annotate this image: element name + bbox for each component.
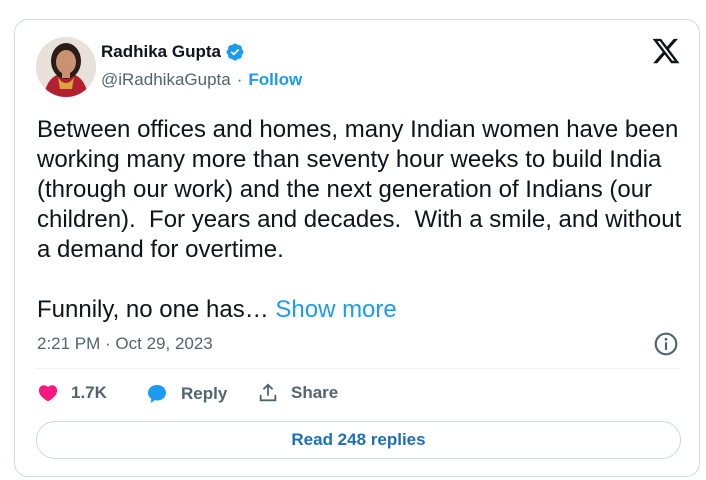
display-name[interactable]: Radhika Gupta xyxy=(101,42,221,62)
read-replies-label: Read 248 replies xyxy=(291,430,426,449)
share-upload-icon xyxy=(259,383,277,402)
like-count: 1.7K xyxy=(71,383,107,402)
show-more-link[interactable]: Show more xyxy=(275,296,396,323)
divider xyxy=(36,368,680,369)
verified-badge-icon xyxy=(225,42,245,62)
share-button[interactable]: Share xyxy=(257,382,338,404)
author-handle-row: @iRadhikaGupta · Follow xyxy=(101,70,302,90)
author-name-row[interactable]: Radhika Gupta xyxy=(101,42,245,62)
like-button[interactable]: 1.7K xyxy=(37,382,107,404)
tweet-card[interactable]: Radhika Gupta @iRadhikaGupta · Follow Be… xyxy=(14,19,700,477)
reply-bubble-icon xyxy=(148,385,166,403)
info-icon[interactable] xyxy=(653,331,679,357)
avatar[interactable] xyxy=(36,37,96,97)
heart-icon xyxy=(38,385,58,402)
tweet-text: Between offices and homes, many Indian w… xyxy=(37,115,687,325)
x-logo-icon[interactable] xyxy=(651,36,681,66)
read-replies-button[interactable]: Read 248 replies xyxy=(36,421,681,459)
share-label: Share xyxy=(291,383,339,402)
timestamp[interactable]: 2:21 PM · Oct 29, 2023 xyxy=(37,334,213,354)
handle[interactable]: @iRadhikaGupta xyxy=(101,70,231,90)
reply-button[interactable]: Reply xyxy=(145,382,227,406)
follow-button[interactable]: Follow xyxy=(248,70,302,90)
separator-dot: · xyxy=(236,70,243,89)
reply-label: Reply xyxy=(181,384,228,403)
tweet-body: Between offices and homes, many Indian w… xyxy=(37,116,682,323)
